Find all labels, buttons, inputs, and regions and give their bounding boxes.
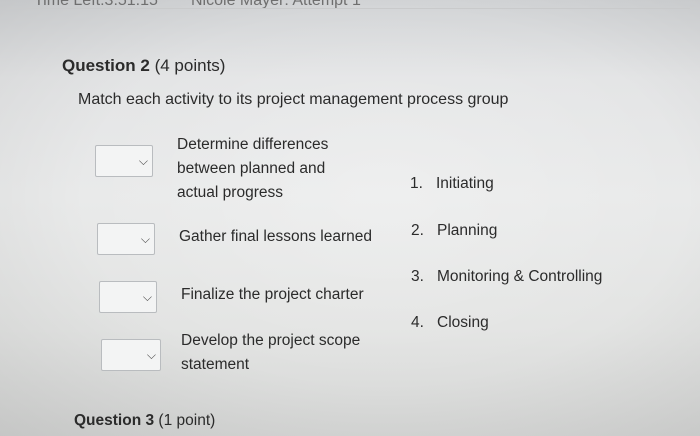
- match-dropdown-3[interactable]: ⌵: [99, 281, 157, 313]
- option-label: Planning: [437, 222, 498, 239]
- option-number: 4.: [411, 314, 424, 331]
- question-title: Question 2: [62, 56, 150, 75]
- option-4: 4. Closing: [411, 314, 489, 332]
- chevron-down-icon: ⌵: [142, 290, 152, 304]
- option-label: Monitoring & Controlling: [437, 268, 603, 285]
- option-1: 1. Initiating: [410, 175, 494, 193]
- chevron-down-icon: ⌵: [138, 154, 148, 168]
- next-question-title: Question 3: [74, 412, 155, 429]
- option-2: 2. Planning: [411, 222, 497, 240]
- option-number: 2.: [411, 222, 424, 239]
- question-heading: Question 2 (4 points): [62, 56, 225, 76]
- next-question-heading: Question 3 (1 point): [74, 412, 215, 430]
- activity-1-text: Determine differences between planned an…: [177, 136, 329, 201]
- activity-2-text: Gather final lessons learned: [179, 228, 373, 245]
- next-question-points: (1 point): [158, 412, 216, 429]
- option-label: Closing: [437, 314, 489, 331]
- option-3: 3. Monitoring & Controlling: [411, 268, 602, 286]
- option-number: 1.: [410, 175, 423, 192]
- question-prompt: Match each activity to its project manag…: [78, 91, 509, 108]
- exam-header: Time Left:3:51:15 Nicole Mayer: Attempt …: [0, 0, 700, 12]
- activity-3-text: Finalize the project charter: [181, 286, 364, 303]
- match-dropdown-2[interactable]: ⌵: [97, 223, 155, 255]
- chevron-down-icon: ⌵: [140, 232, 150, 246]
- match-dropdown-4[interactable]: ⌵: [101, 339, 161, 371]
- option-number: 3.: [411, 268, 424, 285]
- match-dropdown-1[interactable]: ⌵: [95, 145, 153, 177]
- activity-4-text: Develop the project scope statement: [181, 332, 361, 373]
- chevron-down-icon: ⌵: [146, 348, 156, 362]
- option-label: Initiating: [436, 175, 494, 192]
- header-divider: [10, 8, 690, 9]
- question-points: (4 points): [154, 56, 226, 75]
